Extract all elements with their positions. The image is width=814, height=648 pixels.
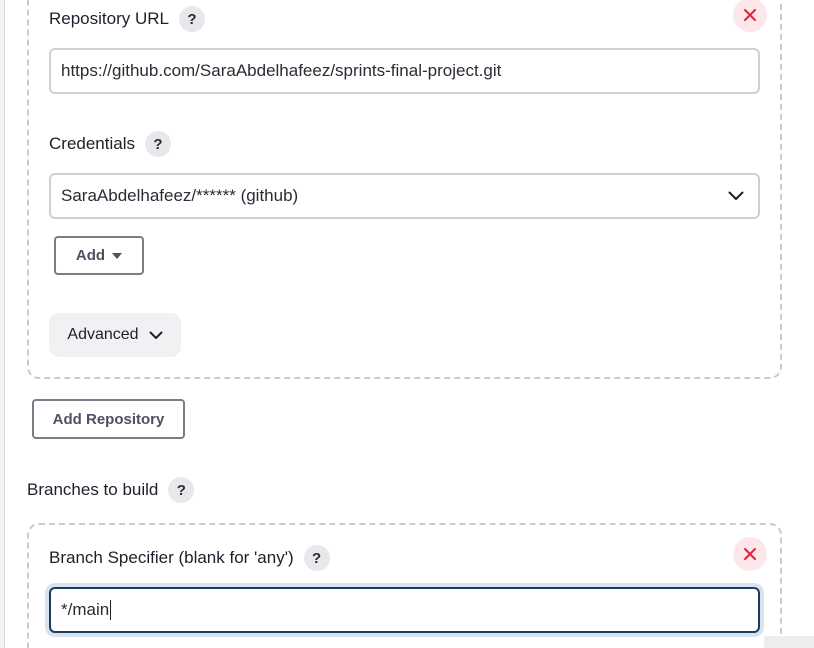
branches-to-build-label: Branches to build — [27, 480, 159, 499]
branch-specifier-input[interactable]: */main — [49, 587, 760, 633]
repository-url-label: Repository URL — [49, 9, 169, 28]
advanced-label: Advanced — [67, 326, 139, 343]
chevron-down-icon — [728, 191, 744, 200]
help-icon[interactable]: ? — [303, 545, 330, 571]
branches-label-row: Branches to build ? — [27, 477, 195, 503]
credentials-select[interactable]: SaraAbdelhafeez/****** (github) — [49, 173, 760, 219]
repository-url-label-row: Repository URL ? — [49, 6, 205, 32]
chevron-down-icon — [149, 331, 163, 339]
add-credentials-label: Add — [75, 247, 106, 264]
add-repository-button[interactable]: Add Repository — [32, 399, 185, 439]
repository-url-input[interactable]: https://github.com/SaraAbdelhafeez/sprin… — [49, 48, 760, 94]
help-icon[interactable]: ? — [168, 477, 195, 503]
caret-down-icon — [112, 252, 123, 259]
git-scm-config: Repository URL ? https://github.com/Sara… — [0, 0, 814, 648]
branch-specifier-label: Branch Specifier (blank for 'any') — [49, 548, 294, 567]
close-icon — [744, 9, 756, 21]
help-icon[interactable]: ? — [145, 131, 171, 157]
close-icon — [744, 548, 756, 560]
branch-specifier-label-row: Branch Specifier (blank for 'any') ? — [49, 545, 330, 571]
repository-url-value: https://github.com/SaraAbdelhafeez/sprin… — [61, 61, 502, 80]
scroll-edge — [764, 636, 814, 648]
advanced-button[interactable]: Advanced — [49, 313, 181, 357]
help-icon[interactable]: ? — [179, 6, 205, 32]
credentials-value: SaraAbdelhafeez/****** (github) — [61, 186, 299, 205]
credentials-label-row: Credentials ? — [49, 131, 171, 157]
left-border — [0, 0, 5, 648]
text-cursor — [110, 600, 112, 620]
add-credentials-button[interactable]: Add — [54, 236, 144, 275]
credentials-label: Credentials — [49, 134, 135, 153]
add-repository-label: Add Repository — [52, 410, 165, 428]
branch-specifier-value: */main — [61, 600, 110, 619]
delete-branch-button[interactable] — [733, 537, 767, 571]
